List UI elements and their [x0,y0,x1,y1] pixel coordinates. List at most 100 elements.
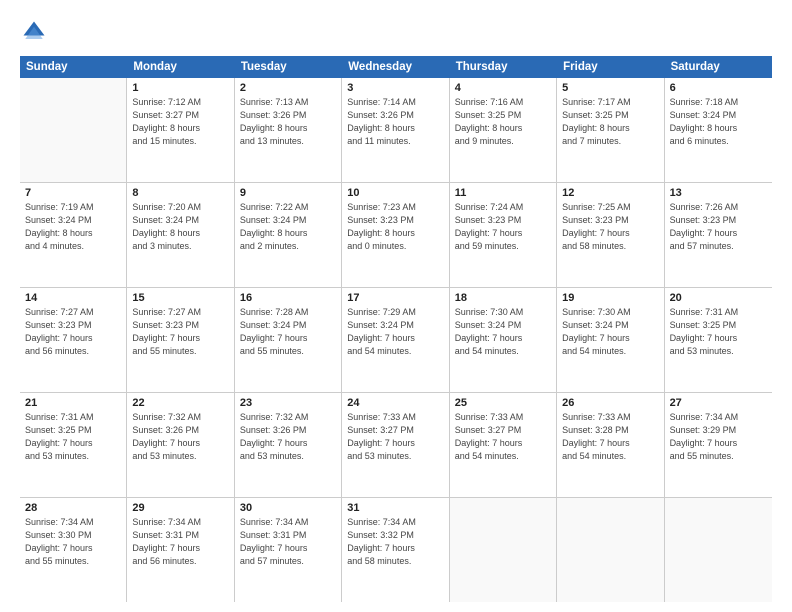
sunrise-text: Sunrise: 7:34 AM [240,516,336,529]
day-number: 10 [347,187,443,199]
weekday-header: Sunday [20,56,127,78]
calendar-cell: 18Sunrise: 7:30 AMSunset: 3:24 PMDayligh… [450,288,557,392]
sunrise-text: Sunrise: 7:17 AM [562,96,658,109]
calendar-cell: 4Sunrise: 7:16 AMSunset: 3:25 PMDaylight… [450,78,557,182]
calendar-week-row: 21Sunrise: 7:31 AMSunset: 3:25 PMDayligh… [20,393,772,498]
calendar-cell: 6Sunrise: 7:18 AMSunset: 3:24 PMDaylight… [665,78,772,182]
daylight-text: and 6 minutes. [670,135,767,148]
sunrise-text: Sunrise: 7:30 AM [562,306,658,319]
calendar-cell: 19Sunrise: 7:30 AMSunset: 3:24 PMDayligh… [557,288,664,392]
sunset-text: Sunset: 3:27 PM [132,109,228,122]
daylight-text: Daylight: 7 hours [455,437,551,450]
calendar-cell: 28Sunrise: 7:34 AMSunset: 3:30 PMDayligh… [20,498,127,602]
calendar-cell: 10Sunrise: 7:23 AMSunset: 3:23 PMDayligh… [342,183,449,287]
sunset-text: Sunset: 3:28 PM [562,424,658,437]
day-number: 4 [455,82,551,94]
sunset-text: Sunset: 3:26 PM [347,109,443,122]
daylight-text: and 55 minutes. [670,450,767,463]
day-number: 2 [240,82,336,94]
sunrise-text: Sunrise: 7:12 AM [132,96,228,109]
daylight-text: Daylight: 7 hours [25,542,121,555]
sunrise-text: Sunrise: 7:28 AM [240,306,336,319]
daylight-text: and 58 minutes. [562,240,658,253]
sunset-text: Sunset: 3:25 PM [455,109,551,122]
day-number: 7 [25,187,121,199]
day-number: 14 [25,292,121,304]
calendar-cell: 21Sunrise: 7:31 AMSunset: 3:25 PMDayligh… [20,393,127,497]
sunrise-text: Sunrise: 7:33 AM [455,411,551,424]
sunrise-text: Sunrise: 7:32 AM [132,411,228,424]
sunrise-text: Sunrise: 7:19 AM [25,201,121,214]
weekday-header: Monday [127,56,234,78]
daylight-text: and 54 minutes. [347,345,443,358]
sunrise-text: Sunrise: 7:23 AM [347,201,443,214]
sunrise-text: Sunrise: 7:33 AM [347,411,443,424]
sunset-text: Sunset: 3:24 PM [240,319,336,332]
daylight-text: and 53 minutes. [670,345,767,358]
calendar-cell: 5Sunrise: 7:17 AMSunset: 3:25 PMDaylight… [557,78,664,182]
sunset-text: Sunset: 3:23 PM [455,214,551,227]
sunrise-text: Sunrise: 7:34 AM [670,411,767,424]
daylight-text: and 55 minutes. [25,555,121,568]
calendar-cell: 31Sunrise: 7:34 AMSunset: 3:32 PMDayligh… [342,498,449,602]
sunset-text: Sunset: 3:26 PM [240,424,336,437]
logo [20,18,52,46]
daylight-text: Daylight: 8 hours [240,122,336,135]
calendar-cell: 24Sunrise: 7:33 AMSunset: 3:27 PMDayligh… [342,393,449,497]
sunset-text: Sunset: 3:27 PM [455,424,551,437]
sunset-text: Sunset: 3:23 PM [25,319,121,332]
daylight-text: and 53 minutes. [347,450,443,463]
daylight-text: Daylight: 7 hours [670,437,767,450]
daylight-text: Daylight: 7 hours [240,332,336,345]
calendar-cell: 13Sunrise: 7:26 AMSunset: 3:23 PMDayligh… [665,183,772,287]
sunset-text: Sunset: 3:24 PM [240,214,336,227]
daylight-text: Daylight: 8 hours [240,227,336,240]
daylight-text: Daylight: 7 hours [240,542,336,555]
sunset-text: Sunset: 3:25 PM [25,424,121,437]
calendar-cell: 7Sunrise: 7:19 AMSunset: 3:24 PMDaylight… [20,183,127,287]
day-number: 5 [562,82,658,94]
daylight-text: and 13 minutes. [240,135,336,148]
sunrise-text: Sunrise: 7:13 AM [240,96,336,109]
sunset-text: Sunset: 3:26 PM [240,109,336,122]
daylight-text: and 54 minutes. [562,345,658,358]
calendar-cell [450,498,557,602]
daylight-text: and 57 minutes. [240,555,336,568]
sunrise-text: Sunrise: 7:34 AM [25,516,121,529]
daylight-text: Daylight: 8 hours [670,122,767,135]
calendar-cell [557,498,664,602]
sunset-text: Sunset: 3:25 PM [670,319,767,332]
sunrise-text: Sunrise: 7:27 AM [132,306,228,319]
calendar-cell: 30Sunrise: 7:34 AMSunset: 3:31 PMDayligh… [235,498,342,602]
calendar-cell: 1Sunrise: 7:12 AMSunset: 3:27 PMDaylight… [127,78,234,182]
calendar-cell: 22Sunrise: 7:32 AMSunset: 3:26 PMDayligh… [127,393,234,497]
sunrise-text: Sunrise: 7:31 AM [25,411,121,424]
sunrise-text: Sunrise: 7:14 AM [347,96,443,109]
daylight-text: and 56 minutes. [25,345,121,358]
day-number: 9 [240,187,336,199]
daylight-text: and 59 minutes. [455,240,551,253]
sunrise-text: Sunrise: 7:22 AM [240,201,336,214]
sunset-text: Sunset: 3:29 PM [670,424,767,437]
day-number: 31 [347,502,443,514]
sunrise-text: Sunrise: 7:18 AM [670,96,767,109]
daylight-text: and 55 minutes. [132,345,228,358]
daylight-text: Daylight: 7 hours [132,332,228,345]
daylight-text: and 7 minutes. [562,135,658,148]
calendar-cell: 3Sunrise: 7:14 AMSunset: 3:26 PMDaylight… [342,78,449,182]
daylight-text: Daylight: 7 hours [240,437,336,450]
daylight-text: Daylight: 8 hours [562,122,658,135]
sunrise-text: Sunrise: 7:26 AM [670,201,767,214]
daylight-text: Daylight: 8 hours [455,122,551,135]
day-number: 8 [132,187,228,199]
day-number: 6 [670,82,767,94]
sunset-text: Sunset: 3:23 PM [670,214,767,227]
day-number: 30 [240,502,336,514]
day-number: 19 [562,292,658,304]
day-number: 25 [455,397,551,409]
sunrise-text: Sunrise: 7:24 AM [455,201,551,214]
calendar-cell: 8Sunrise: 7:20 AMSunset: 3:24 PMDaylight… [127,183,234,287]
day-number: 23 [240,397,336,409]
daylight-text: Daylight: 7 hours [562,332,658,345]
daylight-text: and 54 minutes. [562,450,658,463]
